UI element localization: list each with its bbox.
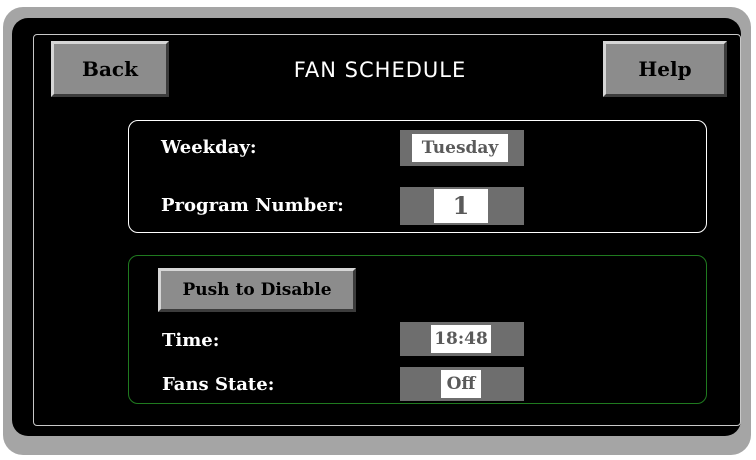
page-title: FAN SCHEDULE (293, 58, 467, 82)
help-button[interactable]: Help (603, 41, 727, 97)
time-value: 18:48 (431, 325, 491, 353)
push-to-disable-button[interactable]: Push to Disable (158, 268, 356, 312)
help-button-label: Help (638, 57, 692, 81)
weekday-value: Tuesday (412, 134, 508, 162)
program-number-label: Program Number: (161, 195, 344, 216)
weekday-label: Weekday: (161, 137, 257, 158)
time-label: Time: (162, 330, 220, 351)
back-button-label: Back (82, 57, 138, 81)
fans-state-label: Fans State: (162, 374, 275, 395)
fans-state-value: Off (441, 370, 481, 398)
program-number-value: 1 (434, 189, 488, 223)
back-button[interactable]: Back (51, 41, 169, 97)
push-to-disable-label: Push to Disable (182, 280, 332, 300)
